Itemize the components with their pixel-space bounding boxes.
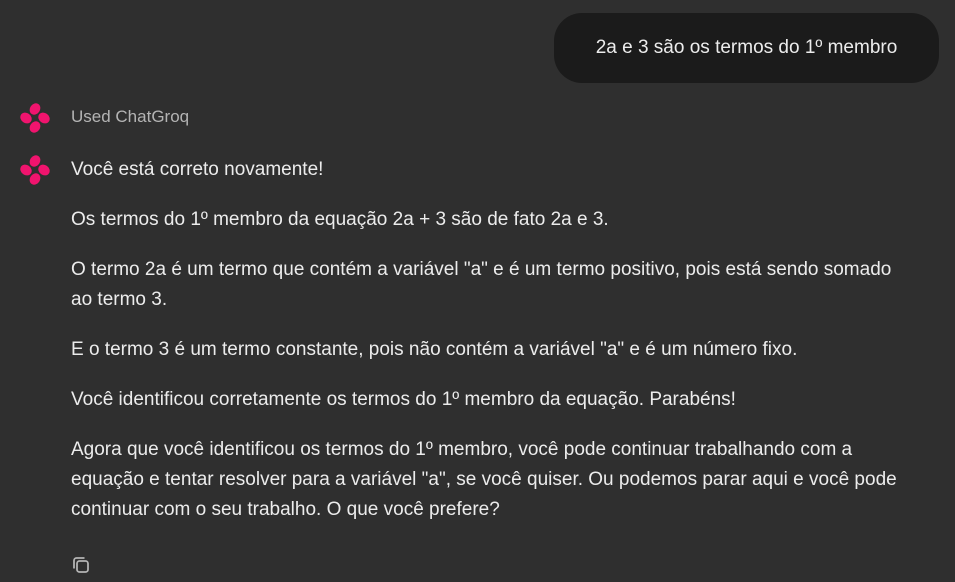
tool-use-label: Used ChatGroq [71,107,190,126]
assistant-paragraph: Agora que você identificou os termos do … [71,439,897,520]
assistant-paragraph: Os termos do 1º membro da equação 2a + 3… [71,209,609,230]
assistant-avatar [19,154,51,186]
assistant-paragraph: O termo 2a é um termo que contém a variá… [71,259,892,310]
assistant-paragraph: Você identificou corretamente os termos … [71,389,736,410]
assistant-paragraph: Você está correto novamente! [71,159,324,180]
copy-icon [73,557,89,573]
groq-logo-icon [20,103,50,133]
assistant-message: Você está correto novamente! Os termos d… [71,155,911,545]
user-message-bubble: 2a e 3 são os termos do 1º membro [554,13,939,83]
copy-button[interactable] [70,554,92,576]
tool-avatar [19,102,51,134]
user-message-text: 2a e 3 são os termos do 1º membro [595,37,898,58]
groq-logo-icon [20,155,50,185]
assistant-paragraph: E o termo 3 é um termo constante, pois n… [71,339,798,360]
